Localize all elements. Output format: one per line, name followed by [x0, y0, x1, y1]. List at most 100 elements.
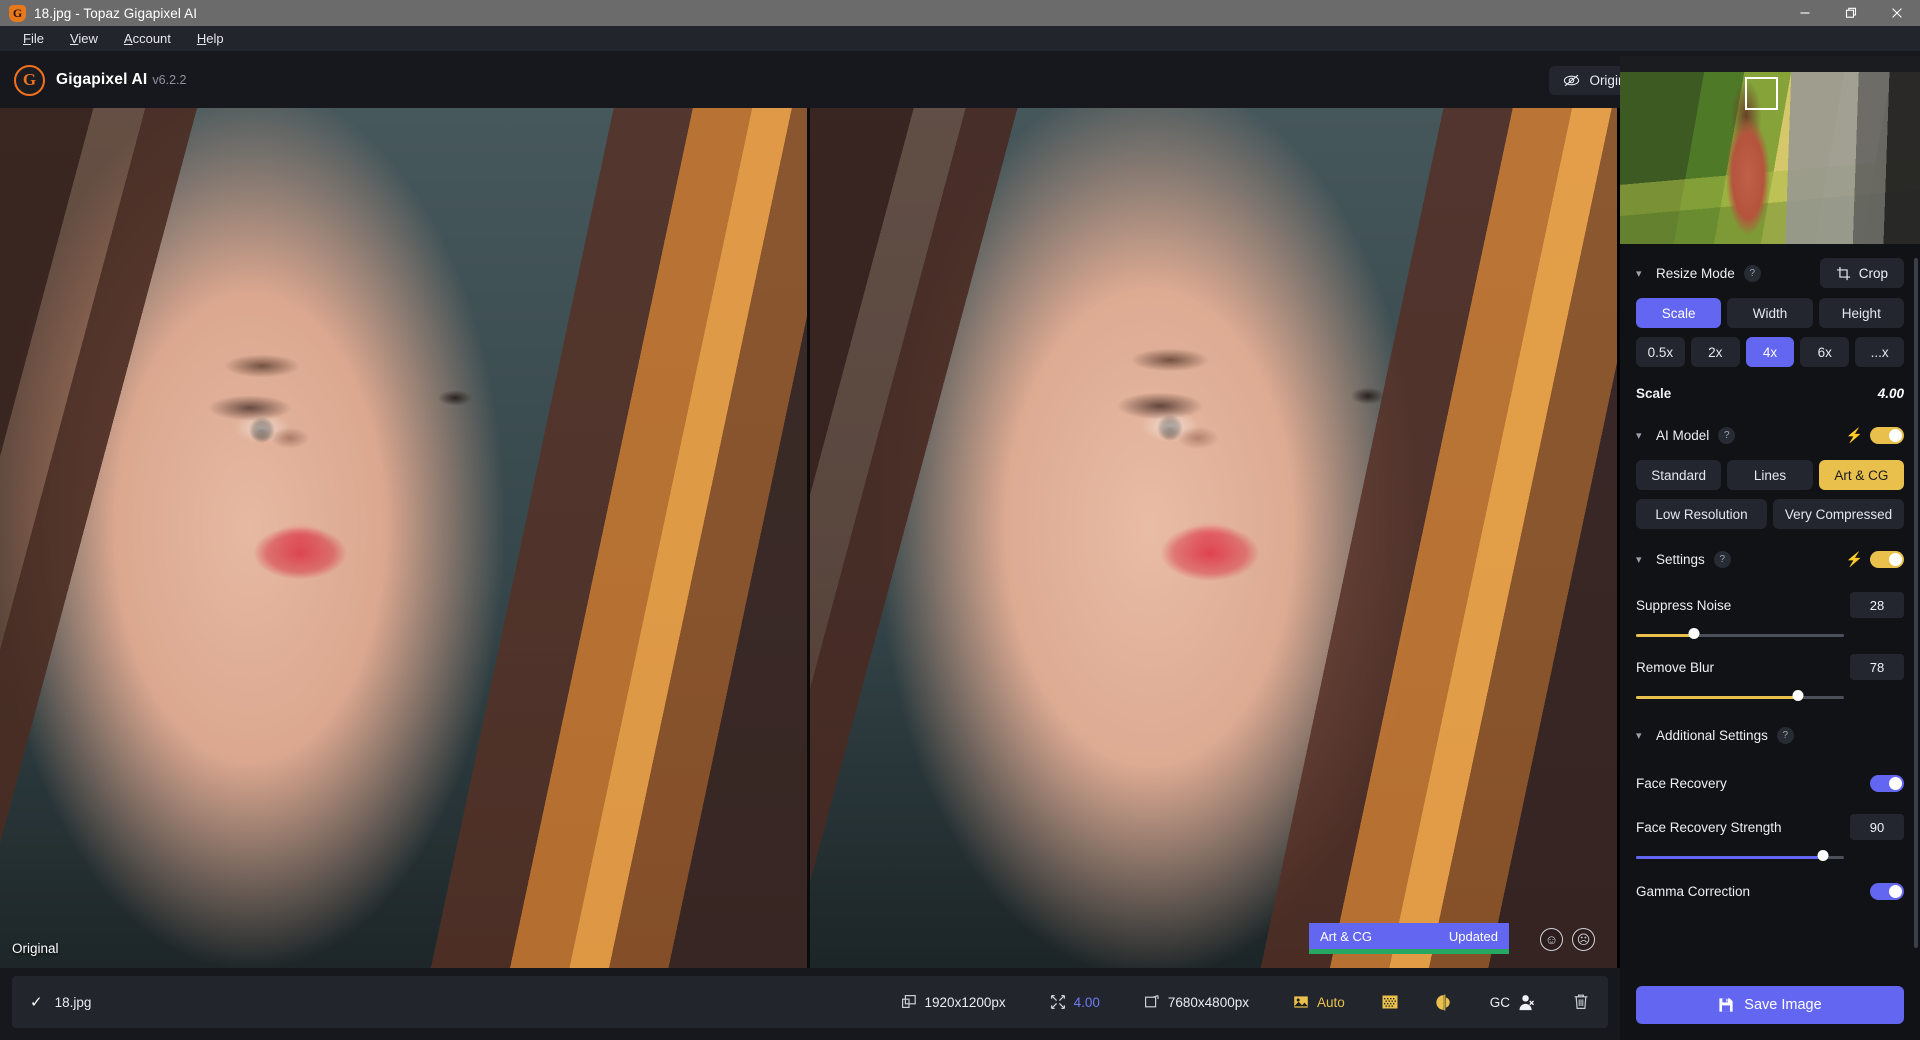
- chevron-down-icon[interactable]: ▾: [1636, 429, 1647, 442]
- ai-model-standard[interactable]: Standard: [1636, 460, 1722, 490]
- sidebar-scrollbar[interactable]: [1914, 258, 1918, 948]
- menu-file[interactable]: File: [10, 27, 57, 50]
- gamma-correction-toggle[interactable]: [1870, 882, 1904, 900]
- compare-button[interactable]: [1435, 993, 1454, 1012]
- scale-factor-label: 4.00: [1073, 994, 1100, 1010]
- menu-help[interactable]: Help: [184, 27, 237, 50]
- remove-blur-slider[interactable]: [1636, 690, 1904, 704]
- menubar: File View Account Help: [0, 26, 1920, 52]
- suppress-noise-value[interactable]: 28: [1850, 592, 1904, 618]
- chevron-down-icon[interactable]: ▾: [1636, 729, 1647, 742]
- suppress-noise-label: Suppress Noise: [1636, 597, 1732, 613]
- gigapixel-shield-icon: G: [9, 4, 26, 22]
- face-recovery-strength-value[interactable]: 90: [1850, 814, 1904, 840]
- brand-name: Gigapixel AI: [56, 71, 148, 88]
- neutral-face-icon[interactable]: ☹: [1572, 928, 1595, 951]
- save-bar: Save Image: [1620, 972, 1920, 1040]
- resize-mode-height[interactable]: Height: [1818, 298, 1904, 328]
- section-additional-settings[interactable]: ▾ Additional Settings ?: [1636, 714, 1904, 756]
- compare-icon: [1435, 993, 1454, 1012]
- scale-preset-0-5x[interactable]: 0.5x: [1636, 337, 1685, 367]
- checkmark-icon[interactable]: ✓: [30, 993, 43, 1011]
- ai-model-low-resolution[interactable]: Low Resolution: [1636, 499, 1767, 529]
- scale-preset-4x[interactable]: 4x: [1745, 337, 1795, 367]
- additional-settings-title: Additional Settings: [1656, 727, 1768, 743]
- ai-model-very-compressed[interactable]: Very Compressed: [1773, 499, 1904, 529]
- close-icon[interactable]: [1874, 0, 1920, 26]
- original-pane-label: Original: [12, 941, 59, 956]
- face-rating-group: ☺ ☹: [1540, 928, 1595, 951]
- face-recovery-strength-label: Face Recovery Strength: [1636, 819, 1782, 835]
- face-recovery-status[interactable]: GC: [1490, 993, 1536, 1012]
- ai-model-enable-toggle[interactable]: [1870, 426, 1904, 444]
- eye-off-icon: [1563, 72, 1580, 89]
- help-icon[interactable]: ?: [1718, 426, 1736, 444]
- resize-mode-options: Scale Width Height: [1636, 298, 1904, 328]
- menu-file-rest: ile: [30, 31, 44, 46]
- navigator-crop-box[interactable]: [1745, 77, 1778, 110]
- save-image-label: Save Image: [1744, 997, 1822, 1013]
- menu-view-rest: iew: [78, 31, 98, 46]
- original-image: [0, 108, 807, 968]
- chevron-down-icon[interactable]: ▾: [1636, 267, 1647, 280]
- setting-face-recovery: Face Recovery: [1636, 764, 1904, 802]
- input-dimensions-icon: [901, 994, 917, 1010]
- grain-button[interactable]: [1381, 993, 1399, 1011]
- scale-preset-custom[interactable]: ...x: [1855, 337, 1904, 367]
- status-bar: ✓ 18.jpg 1920x1200px 4.00 7680x4800px Au…: [0, 968, 1620, 1040]
- ai-model-art-and-cg[interactable]: Art & CG: [1818, 460, 1904, 490]
- preview-pane-original[interactable]: Original: [0, 108, 810, 968]
- smiley-face-icon[interactable]: ☺: [1540, 928, 1563, 951]
- section-resize-mode[interactable]: ▾ Resize Mode ? Crop: [1636, 252, 1904, 294]
- crop-label: Crop: [1858, 265, 1888, 281]
- settings-enable-toggle[interactable]: [1870, 550, 1904, 568]
- window-titlebar: G 18.jpg - Topaz Gigapixel AI: [0, 0, 1920, 26]
- lightning-bolt-icon: ⚡: [1845, 550, 1863, 567]
- settings-panel: ▾ Resize Mode ? Crop Scale Width Height: [1620, 252, 1920, 972]
- restore-icon[interactable]: [1828, 0, 1874, 26]
- resize-mode-scale[interactable]: Scale: [1636, 298, 1722, 328]
- menu-view[interactable]: View: [57, 27, 111, 50]
- gamma-correction-label: Gamma Correction: [1636, 883, 1751, 899]
- preview-pane-enhanced[interactable]: Art & CG Updated ☺ ☹: [810, 108, 1617, 968]
- face-recovery-strength-slider[interactable]: [1636, 850, 1904, 864]
- file-list-item[interactable]: ✓ 18.jpg: [30, 993, 91, 1011]
- scale-preset-6x[interactable]: 6x: [1800, 337, 1850, 367]
- section-ai-model[interactable]: ▾ AI Model ? ⚡: [1636, 414, 1904, 456]
- scale-arrows-icon: [1050, 994, 1066, 1010]
- setting-face-recovery-strength: Face Recovery Strength 90: [1636, 814, 1904, 864]
- help-icon[interactable]: ?: [1743, 264, 1761, 282]
- lightning-bolt-icon: ⚡: [1845, 426, 1863, 443]
- auto-mode[interactable]: Auto: [1293, 994, 1345, 1010]
- menu-account[interactable]: Account: [111, 27, 184, 50]
- face-recovery-toggle[interactable]: [1870, 774, 1904, 792]
- section-settings[interactable]: ▾ Settings ? ⚡: [1636, 538, 1904, 580]
- ai-model-options-row2: Low Resolution Very Compressed: [1636, 499, 1904, 529]
- resize-mode-width[interactable]: Width: [1727, 298, 1813, 328]
- save-image-button[interactable]: Save Image: [1636, 986, 1904, 1024]
- navigator-thumbnail[interactable]: [1620, 56, 1920, 252]
- face-recovery-label: Face Recovery: [1636, 775, 1727, 791]
- trash-icon: [1572, 993, 1590, 1011]
- ai-model-options-row1: Standard Lines Art & CG: [1636, 460, 1904, 490]
- chevron-down-icon[interactable]: ▾: [1636, 553, 1647, 566]
- ai-model-lines[interactable]: Lines: [1727, 460, 1813, 490]
- scale-value[interactable]: 4.00: [1878, 386, 1904, 401]
- preview-area: Original Art & CG Updated ☺ ☹: [0, 108, 1620, 968]
- remove-blur-label: Remove Blur: [1636, 659, 1715, 675]
- crop-button[interactable]: Crop: [1819, 258, 1904, 288]
- delete-button[interactable]: [1572, 993, 1590, 1011]
- auto-mode-label: Auto: [1316, 994, 1345, 1010]
- remove-blur-value[interactable]: 78: [1850, 654, 1904, 680]
- settings-title: Settings: [1656, 551, 1705, 567]
- help-icon[interactable]: ?: [1713, 550, 1731, 568]
- help-icon[interactable]: ?: [1776, 726, 1794, 744]
- setting-gamma-correction: Gamma Correction: [1636, 872, 1904, 910]
- scale-factor: 4.00: [1050, 994, 1100, 1010]
- suppress-noise-slider[interactable]: [1636, 628, 1904, 642]
- scale-preset-2x[interactable]: 2x: [1690, 337, 1740, 367]
- status-model-label: Art & CG: [1320, 928, 1373, 944]
- ai-model-toggle-group: ⚡: [1845, 426, 1904, 444]
- status-state-label: Updated: [1448, 928, 1498, 944]
- minimize-icon[interactable]: [1782, 0, 1828, 26]
